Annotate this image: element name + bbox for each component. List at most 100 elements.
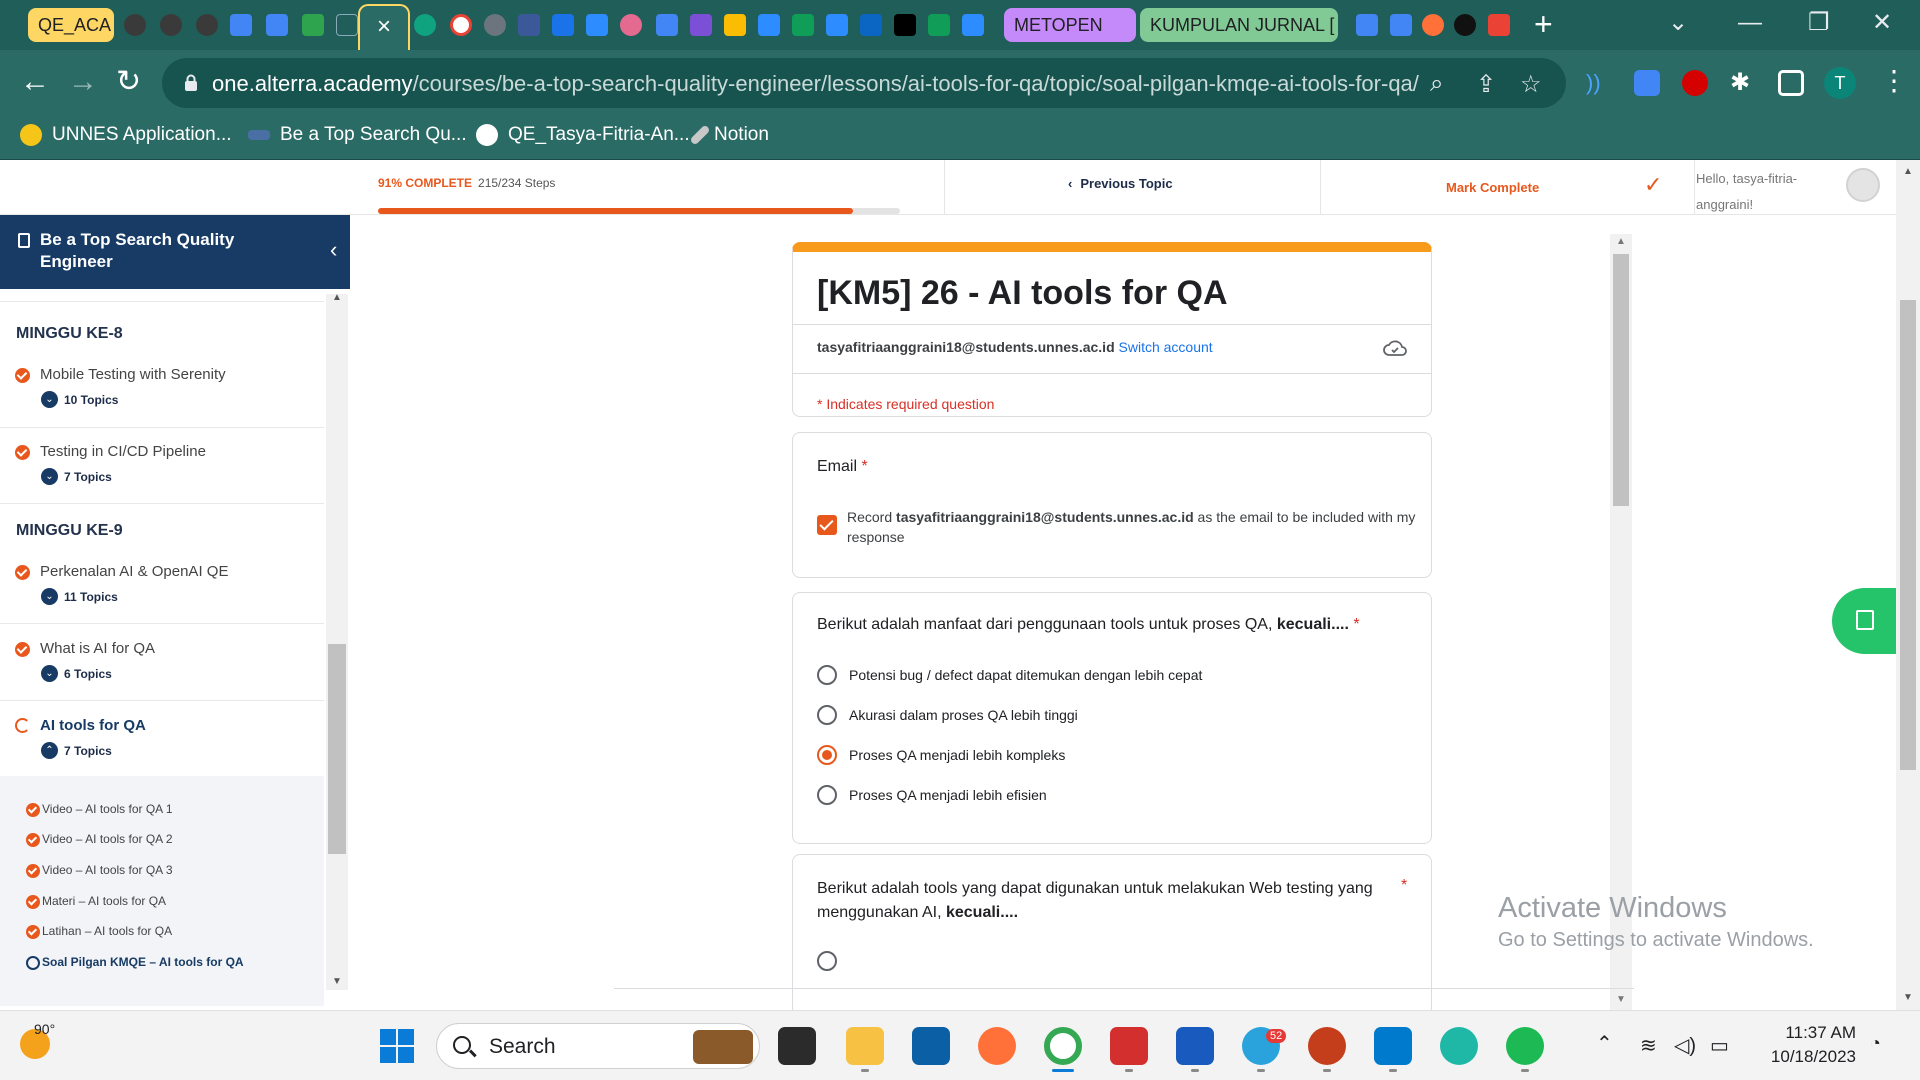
radio-button-selected[interactable] xyxy=(817,745,837,765)
url-text[interactable]: one.alterra.academy/courses/be-a-top-sea… xyxy=(212,71,1419,97)
chatgpt-tab-icon[interactable] xyxy=(414,14,436,36)
bookmark-star-icon[interactable]: ☆ xyxy=(1520,70,1542,99)
app-l-icon[interactable] xyxy=(912,1027,950,1065)
zoom-icon[interactable]: ⌕ xyxy=(1430,70,1443,98)
tab-group-kumpulan-jurnal[interactable]: KUMPULAN JURNAL [ xyxy=(1140,8,1338,42)
form-scroll-thumb[interactable] xyxy=(1613,254,1629,506)
slides-tab-icon[interactable] xyxy=(724,14,746,36)
sheets-tab-icon[interactable] xyxy=(792,14,814,36)
github-tab-icon[interactable] xyxy=(196,14,218,36)
gmail-tab-icon[interactable] xyxy=(1488,14,1510,36)
minimize-button[interactable]: — xyxy=(1738,8,1762,38)
user-avatar[interactable] xyxy=(1846,168,1880,202)
lesson-title[interactable]: Mobile Testing with Serenity xyxy=(40,366,226,383)
zoom-tab-icon[interactable] xyxy=(962,14,984,36)
volume-icon[interactable]: ◁) xyxy=(1674,1033,1696,1058)
collapse-sidebar-button[interactable]: ‹ xyxy=(330,237,337,263)
profile-avatar[interactable]: T xyxy=(1824,67,1856,99)
translate-extension-icon[interactable] xyxy=(1634,70,1660,96)
zoom-tab-icon[interactable] xyxy=(826,14,848,36)
scroll-up-arrow-icon[interactable]: ▲ xyxy=(1903,166,1913,177)
answer-option[interactable]: Potensi bug / defect dapat ditemukan den… xyxy=(817,663,1202,687)
scroll-down-arrow-icon[interactable]: ▼ xyxy=(1616,994,1626,1005)
show-hidden-icons-chevron-icon[interactable]: ⌃ xyxy=(1596,1031,1613,1056)
google-docs-tab-icon[interactable] xyxy=(230,14,252,36)
edge-icon[interactable] xyxy=(1440,1027,1478,1065)
chrome-icon[interactable] xyxy=(1044,1027,1082,1065)
tab-group-metopen[interactable]: METOPEN xyxy=(1004,8,1136,42)
expand-chevron-icon[interactable]: ⌄ xyxy=(41,391,58,408)
spotify-icon[interactable] xyxy=(1506,1027,1544,1065)
page-scroll-thumb[interactable] xyxy=(1900,300,1916,770)
tiktok-tab-icon[interactable] xyxy=(894,14,916,36)
github-tab-icon[interactable] xyxy=(160,14,182,36)
github-tab-icon[interactable] xyxy=(124,14,146,36)
weather-temperature[interactable]: 90° xyxy=(34,1021,55,1037)
radio-button[interactable] xyxy=(817,705,837,725)
lesson-title[interactable]: Testing in CI/CD Pipeline xyxy=(40,443,206,460)
audio-extension-icon[interactable]: )) xyxy=(1586,70,1612,96)
bookmark-github-repo[interactable]: QE_Tasya-Fitria-An... xyxy=(476,124,690,146)
google-docs-tab-icon[interactable] xyxy=(266,14,288,36)
orange-tab-icon[interactable] xyxy=(1422,14,1444,36)
restore-button[interactable]: ❐ xyxy=(1808,8,1830,38)
wifi-icon[interactable]: ≋ xyxy=(1640,1033,1657,1058)
globe-tab-icon[interactable] xyxy=(484,14,506,36)
share-icon[interactable]: ⇪ xyxy=(1476,70,1496,99)
radio-button[interactable] xyxy=(817,785,837,805)
expand-chevron-icon[interactable]: ⌄ xyxy=(41,468,58,485)
bookmark-alterra-course[interactable]: Be a Top Search Qu... xyxy=(248,124,467,146)
reload-button[interactable]: ↻ xyxy=(116,64,141,100)
switch-account-link[interactable]: Switch account xyxy=(1119,339,1213,355)
side-panel-icon[interactable] xyxy=(1778,70,1804,96)
calendar-tab-icon[interactable] xyxy=(552,14,574,36)
sidebar-scrollbar[interactable]: ▲ ▼ xyxy=(326,292,348,990)
notifications-icon[interactable]: ◔ xyxy=(1870,1033,1881,1054)
task-view-icon[interactable] xyxy=(778,1027,816,1065)
powerpoint-icon[interactable] xyxy=(1308,1027,1346,1065)
answer-option[interactable]: Akurasi dalam proses QA lebih tinggi xyxy=(817,703,1078,727)
bookmark-notion[interactable]: Notion xyxy=(689,124,769,146)
expand-chevron-icon[interactable]: ⌄ xyxy=(41,665,58,682)
scroll-down-arrow-icon[interactable]: ▼ xyxy=(332,976,342,987)
lock-icon[interactable] xyxy=(184,74,198,92)
google-tab-icon[interactable] xyxy=(450,14,472,36)
sheets-tab-icon[interactable] xyxy=(928,14,950,36)
lesson-title[interactable]: Perkenalan AI & OpenAI QE xyxy=(40,563,228,580)
check-icon[interactable]: ✓ xyxy=(1644,172,1662,198)
vue-tab-icon[interactable] xyxy=(302,14,324,36)
file-explorer-icon[interactable] xyxy=(846,1027,884,1065)
option-label[interactable]: Proses QA menjadi lebih kompleks xyxy=(849,747,1065,763)
option-label[interactable]: Akurasi dalam proses QA lebih tinggi xyxy=(849,707,1078,723)
address-bar[interactable]: one.alterra.academy/courses/be-a-top-sea… xyxy=(162,58,1566,108)
lesson-title[interactable]: AI tools for QA xyxy=(40,717,146,734)
brain-tab-icon[interactable] xyxy=(620,14,642,36)
record-email-checkbox[interactable] xyxy=(817,515,837,535)
zoom-tab-icon[interactable] xyxy=(586,14,608,36)
site-tab-icon[interactable] xyxy=(518,14,540,36)
battery-icon[interactable]: ▭ xyxy=(1710,1033,1729,1058)
system-clock[interactable]: 11:37 AM 10/18/2023 xyxy=(1752,1021,1856,1069)
topic-item[interactable]: Materi – AI tools for QA xyxy=(26,894,166,909)
page-scrollbar[interactable]: ▲ ▼ xyxy=(1896,160,1920,1010)
radio-button[interactable] xyxy=(817,665,837,685)
mark-complete-button[interactable]: Mark Complete xyxy=(1446,180,1539,195)
active-tab-close-button[interactable]: × xyxy=(358,4,410,50)
forward-button[interactable]: → xyxy=(68,64,98,100)
linkedin-tab-icon[interactable] xyxy=(860,14,882,36)
adblock-extension-icon[interactable] xyxy=(1682,70,1708,96)
new-tab-button[interactable]: + xyxy=(1534,6,1553,42)
back-button[interactable]: ← xyxy=(20,64,50,100)
radio-button[interactable] xyxy=(817,951,837,971)
lesson-title[interactable]: What is AI for QA xyxy=(40,640,155,657)
answer-option[interactable]: Proses QA menjadi lebih efisien xyxy=(817,783,1047,807)
browser-menu-icon[interactable]: ⋮ xyxy=(1880,64,1908,97)
expand-chevron-icon[interactable]: ⌄ xyxy=(41,588,58,605)
topic-item[interactable]: Video – AI tools for QA 2 xyxy=(26,832,173,847)
firefox-icon[interactable] xyxy=(978,1027,1016,1065)
answer-option-selected[interactable]: Proses QA menjadi lebih kompleks xyxy=(817,743,1065,767)
vscode-icon[interactable] xyxy=(1374,1027,1412,1065)
tab-search-chevron-icon[interactable]: ⌄ xyxy=(1668,8,1688,38)
forms-tab-icon[interactable] xyxy=(690,14,712,36)
tab-group-qe-aca[interactable]: QE_ACA xyxy=(28,8,114,42)
